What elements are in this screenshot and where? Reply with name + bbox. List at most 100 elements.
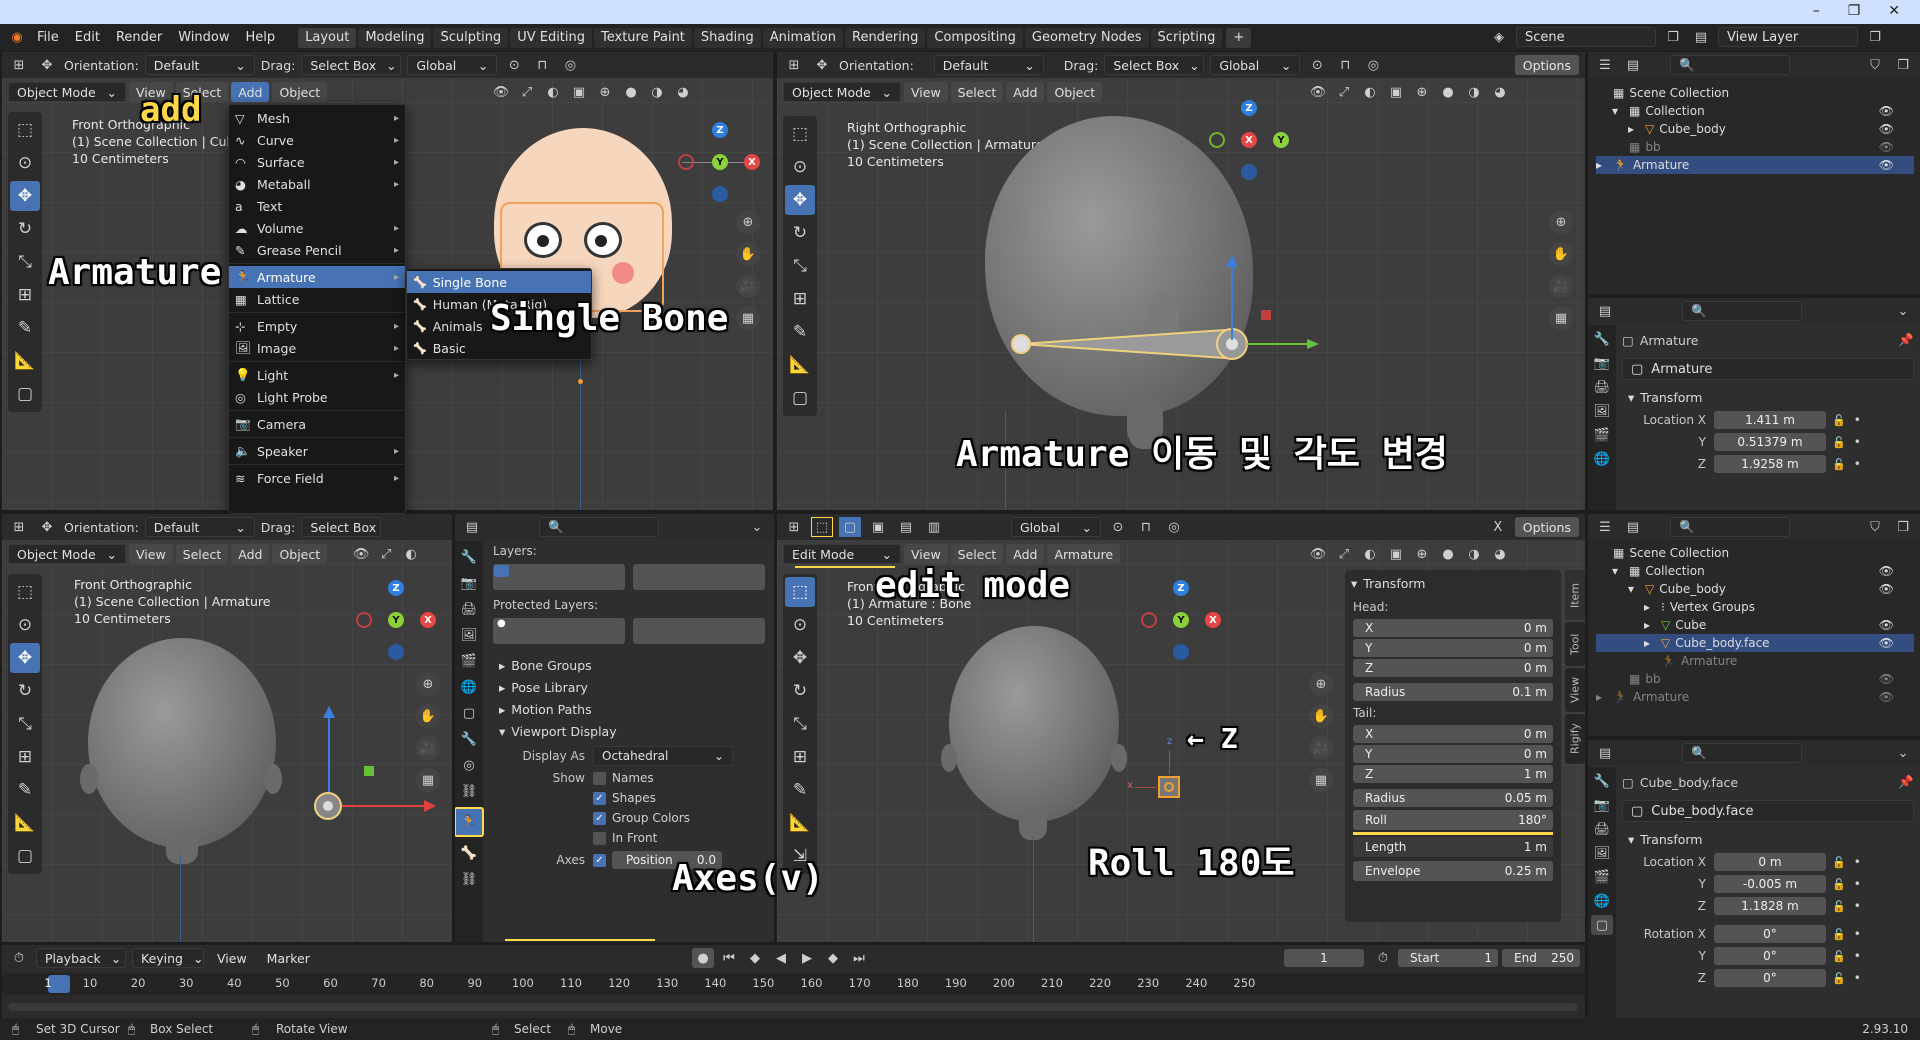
new-collection-icon[interactable]: ❐ [1892, 517, 1914, 537]
camera-view-icon[interactable]: 🎥 [1309, 736, 1333, 760]
gizmo-neg-z[interactable] [1173, 644, 1189, 660]
transform-orientation-dropdown[interactable]: Global ⌄ [1011, 517, 1101, 537]
shading-render-icon[interactable]: ◕ [1489, 544, 1511, 564]
vp4-menu-add[interactable]: Add [1006, 544, 1045, 564]
vp3-menu-view[interactable]: View [129, 544, 173, 564]
pan-hand-icon[interactable]: ✋ [416, 704, 440, 728]
shading-solid-icon[interactable]: ● [1437, 544, 1459, 564]
add-menu-item-light-probe[interactable]: ◎ Light Probe [229, 386, 405, 408]
physics-tab-icon[interactable]: ◎ [458, 755, 480, 775]
add-menu-item-grease-pencil[interactable]: ✎ Grease Pencil ▸ [229, 239, 405, 261]
mode-dropdown[interactable]: Object Mode ⌄ [783, 82, 901, 102]
lock-icon[interactable]: 🔓 [1832, 972, 1846, 985]
gizmo-y-axis[interactable]: Y [1173, 612, 1189, 628]
editor-type-icon[interactable]: ⊞ [783, 517, 805, 537]
add-cube-tool-icon[interactable]: ▢ [785, 383, 815, 413]
cursor-tool-icon[interactable]: ⊙ [10, 148, 40, 178]
output-tab-icon[interactable]: 🖨 [458, 599, 480, 619]
visibility-eye-icon[interactable]: 👁 [1879, 690, 1894, 704]
object-tab-icon[interactable]: ▢ [458, 703, 480, 723]
pan-hand-icon[interactable]: ✋ [736, 242, 760, 266]
vp2-menu-select[interactable]: Select [950, 82, 1004, 102]
npanel-field-y[interactable]: Y 0 m [1353, 639, 1553, 657]
scene-tab-icon[interactable]: 🎬 [1591, 867, 1613, 887]
scene-tab-icon[interactable]: 🎬 [1591, 425, 1613, 445]
annotate-tool-icon[interactable]: ✎ [785, 775, 815, 805]
annotate-tool-icon[interactable]: ✎ [10, 313, 40, 343]
add-menu-item-surface[interactable]: ◠ Surface ▸ [229, 151, 405, 173]
keyframe-dot-icon[interactable]: • [1854, 927, 1861, 941]
workspace-tab-compositing[interactable]: Compositing [927, 27, 1023, 48]
expand-toggle-icon[interactable]: ▸ [1644, 636, 1656, 650]
visibility-icon[interactable]: 👁 [1307, 544, 1329, 564]
outliner-item-collection[interactable]: ▾ ▦ Collection 👁 [1596, 102, 1914, 120]
vp3-menu-select[interactable]: Select [175, 544, 229, 564]
transform-field-y[interactable]: 0° [1714, 947, 1826, 965]
protected-buttons-b[interactable] [633, 618, 765, 644]
measure-tool-icon[interactable]: 📐 [10, 808, 40, 838]
new-view-layer-icon[interactable]: ❐ [1864, 27, 1886, 47]
lock-icon[interactable]: 🔓 [1832, 928, 1846, 941]
lock-icon[interactable]: 🔓 [1832, 950, 1846, 963]
cursor-tool-icon[interactable]: ⊙ [10, 610, 40, 640]
pin-icon[interactable]: 📌 [1898, 774, 1914, 790]
filter-icon[interactable]: ⛉ [1864, 55, 1886, 75]
outliner-item-scene-collection[interactable]: ▦ Scene Collection [1596, 84, 1914, 102]
menu-edit[interactable]: Edit [68, 28, 107, 48]
camera-view-icon[interactable]: 🎥 [736, 274, 760, 298]
workspace-tab-texture-paint[interactable]: Texture Paint [594, 27, 692, 48]
object-tab-icon[interactable]: ▢ [1591, 915, 1613, 935]
options-button[interactable]: Options [1514, 517, 1579, 537]
section-pose-library[interactable]: ▸ Pose Library [493, 676, 766, 698]
add-menu-item-camera[interactable]: 📷 Camera [229, 413, 405, 435]
jump-end-icon[interactable]: ⏭ [848, 948, 870, 968]
layers-grid[interactable] [493, 564, 766, 590]
expand-toggle-icon[interactable]: ▾ [1628, 582, 1640, 596]
ortho-grid-icon[interactable]: ▦ [1549, 306, 1573, 330]
transform-orientation-dropdown[interactable]: Global ⌄ [1210, 55, 1301, 75]
timeline-menu-view[interactable]: View [210, 948, 254, 968]
timeline-editor-icon[interactable]: ⏱ [8, 948, 30, 968]
select-tool-icon[interactable]: ⬚ [811, 517, 833, 537]
armature-item-single-bone[interactable]: 🦴 Single Bone [407, 271, 591, 293]
gizmo-neg-x[interactable] [356, 612, 372, 628]
npanel-field-x[interactable]: X 0 m [1353, 619, 1553, 637]
lock-icon[interactable]: 🔓 [1832, 436, 1846, 449]
expand-toggle-icon[interactable]: ▸ [1596, 690, 1608, 704]
rotate-tool-icon[interactable]: ↻ [785, 676, 815, 706]
lock-icon[interactable]: 🔓 [1832, 414, 1846, 427]
gizmo-neg-z[interactable] [388, 644, 404, 660]
outliner-item-armature[interactable]: ▸ 🏃 Armature 👁 [1596, 688, 1914, 706]
ortho-grid-icon[interactable]: ▦ [736, 306, 760, 330]
overlay-icon[interactable]: ◐ [400, 544, 422, 564]
properties-search[interactable]: 🔍 [1682, 301, 1802, 321]
modifier-tab-icon[interactable]: 🔧 [458, 729, 480, 749]
selected-bone-head[interactable] [1158, 776, 1180, 798]
vp2-menu-view[interactable]: View [904, 82, 948, 102]
transform-tool-icon[interactable]: ⊞ [10, 280, 40, 310]
outliner-editor-icon[interactable]: ☰ [1594, 517, 1616, 537]
output-tab-icon[interactable]: 🖨 [1591, 377, 1613, 397]
tool-tab-icon[interactable]: 🔧 [458, 547, 480, 567]
play-icon[interactable]: ▶ [796, 948, 818, 968]
gizmo-y-axis[interactable]: Y [1273, 132, 1289, 148]
play-reverse-icon[interactable]: ◀ [770, 948, 792, 968]
add-workspace-button[interactable]: + [1226, 27, 1252, 48]
outliner-item-bb[interactable]: ▦ bb 👁 [1596, 138, 1914, 156]
gizmo-x-axis[interactable]: X [1205, 612, 1221, 628]
select-mode-extend-icon[interactable]: ▣ [867, 517, 889, 537]
keyframe-dot-icon[interactable]: • [1854, 877, 1861, 891]
vp2-menu-add[interactable]: Add [1006, 82, 1045, 102]
menu-file[interactable]: File [30, 28, 66, 48]
properties-editor-icon[interactable]: ▤ [1594, 743, 1616, 763]
properties-options-icon[interactable]: ⌄ [1892, 301, 1914, 321]
viewport-bottom-left[interactable]: ⊞ ✥ Orientation: Default ⌄ Drag: Select B… [2, 514, 452, 942]
add-menu-item-volume[interactable]: ☁ Volume ▸ [229, 217, 405, 239]
expand-toggle-icon[interactable]: ▸ [1644, 618, 1656, 632]
add-menu-item-lattice[interactable]: ▦ Lattice [229, 288, 405, 310]
outliner-search[interactable]: 🔍 [1670, 517, 1790, 537]
maximize-icon[interactable]: ❐ [1848, 3, 1861, 19]
workspace-tab-uv-editing[interactable]: UV Editing [510, 27, 593, 48]
transform-tool-icon[interactable]: ⊞ [10, 742, 40, 772]
select-mode-new-icon[interactable]: ▢ [839, 517, 861, 537]
